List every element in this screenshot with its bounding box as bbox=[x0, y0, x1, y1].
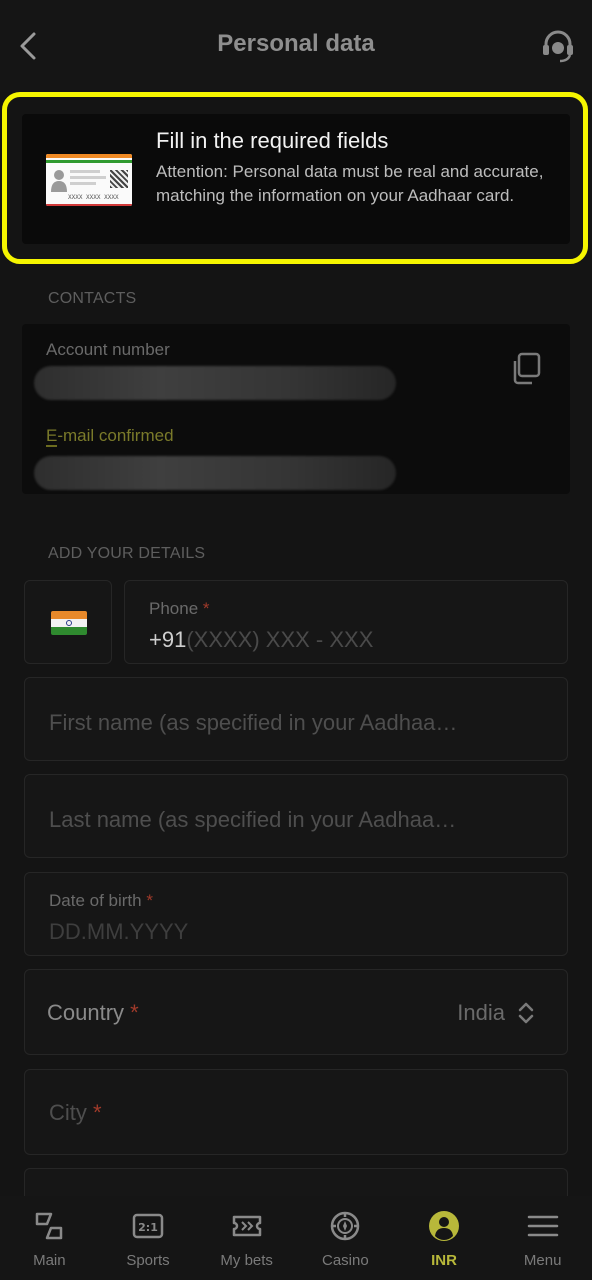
details-section-label: ADD YOUR DETAILS bbox=[48, 545, 206, 562]
notice-text: Attention: Personal data must be real an… bbox=[156, 162, 544, 205]
aadhaar-card-icon: XXXX XXXX XXXX bbox=[46, 154, 132, 206]
main-icon bbox=[36, 1212, 63, 1240]
nav-item-sports[interactable]: 2:1 Sports bbox=[99, 1196, 198, 1280]
email-confirmed-label: E-mail confirmed bbox=[46, 426, 174, 447]
sort-updown-icon bbox=[518, 1002, 534, 1024]
copy-icon bbox=[513, 352, 541, 385]
date-of-birth-input[interactable]: Date of birth * DD.MM.YYYY bbox=[24, 872, 568, 956]
page-title: Personal data bbox=[217, 30, 375, 57]
nav-label-my-bets: My bets bbox=[220, 1252, 273, 1269]
phone-value: +91(XXXX) XXX - XXX bbox=[149, 627, 374, 652]
svg-text:2:1: 2:1 bbox=[138, 1221, 158, 1234]
nav-label-menu: Menu bbox=[523, 1252, 562, 1269]
sports-icon: 2:1 bbox=[132, 1213, 164, 1239]
nav-item-my-bets[interactable]: My bets bbox=[197, 1196, 296, 1280]
country-label: Country * bbox=[47, 1000, 139, 1025]
nav-item-main[interactable]: Main bbox=[0, 1196, 99, 1280]
nav-item-menu[interactable]: Menu bbox=[493, 1196, 592, 1280]
account-icon bbox=[429, 1211, 460, 1241]
nav-label-inr: INR bbox=[431, 1252, 457, 1269]
nav-label-sports: Sports bbox=[126, 1252, 170, 1269]
support-button[interactable] bbox=[538, 26, 578, 66]
card-number: XXXX XXXX XXXX bbox=[68, 194, 119, 201]
first-name-input[interactable]: First name (as specified in your Aadhaa… bbox=[24, 677, 568, 761]
nav-label-casino: Casino bbox=[322, 1252, 369, 1269]
menu-icon bbox=[527, 1215, 558, 1237]
city-input[interactable]: City * bbox=[24, 1069, 568, 1155]
top-bar: Personal data bbox=[0, 0, 592, 92]
required-fields-notice: XXXX XXXX XXXX Fill in the required fiel… bbox=[0, 92, 592, 264]
country-code-selector[interactable] bbox=[24, 580, 112, 664]
headset-icon bbox=[543, 30, 573, 63]
account-number-label: Account number bbox=[46, 340, 170, 359]
phone-label: Phone * bbox=[149, 599, 210, 618]
phone-input[interactable]: Phone * +91(XXXX) XXX - XXX bbox=[124, 580, 568, 664]
copy-button[interactable] bbox=[510, 352, 542, 386]
contacts-card: Account number E-mail confirmed bbox=[22, 324, 570, 494]
dob-placeholder: DD.MM.YYYY bbox=[49, 919, 189, 944]
nav-item-inr[interactable]: INR bbox=[395, 1196, 494, 1280]
casino-chip-icon bbox=[331, 1211, 360, 1241]
notice-title: Fill in the required fields bbox=[156, 128, 389, 153]
last-name-input[interactable]: Last name (as specified in your Aadhaa… bbox=[24, 774, 568, 858]
last-name-placeholder: Last name (as specified in your Aadhaa… bbox=[49, 807, 457, 832]
notice-card: XXXX XXXX XXXX Fill in the required fiel… bbox=[22, 114, 570, 244]
india-flag-icon bbox=[51, 611, 87, 635]
account-number-value-blurred bbox=[34, 366, 396, 400]
nav-item-casino[interactable]: Casino bbox=[296, 1196, 395, 1280]
nav-label-main: Main bbox=[33, 1252, 66, 1269]
ticket-icon bbox=[232, 1215, 261, 1237]
bottom-navigation: Main 2:1 Sports My bets Casino INR Menu bbox=[0, 1196, 592, 1280]
country-select[interactable]: Country * India bbox=[24, 969, 568, 1055]
city-placeholder: City * bbox=[49, 1100, 102, 1125]
email-value-blurred bbox=[34, 456, 396, 490]
dob-label: Date of birth * bbox=[49, 891, 153, 910]
contacts-section-label: CONTACTS bbox=[48, 290, 137, 307]
first-name-placeholder: First name (as specified in your Aadhaa… bbox=[49, 710, 458, 735]
country-value: India bbox=[457, 1000, 505, 1025]
